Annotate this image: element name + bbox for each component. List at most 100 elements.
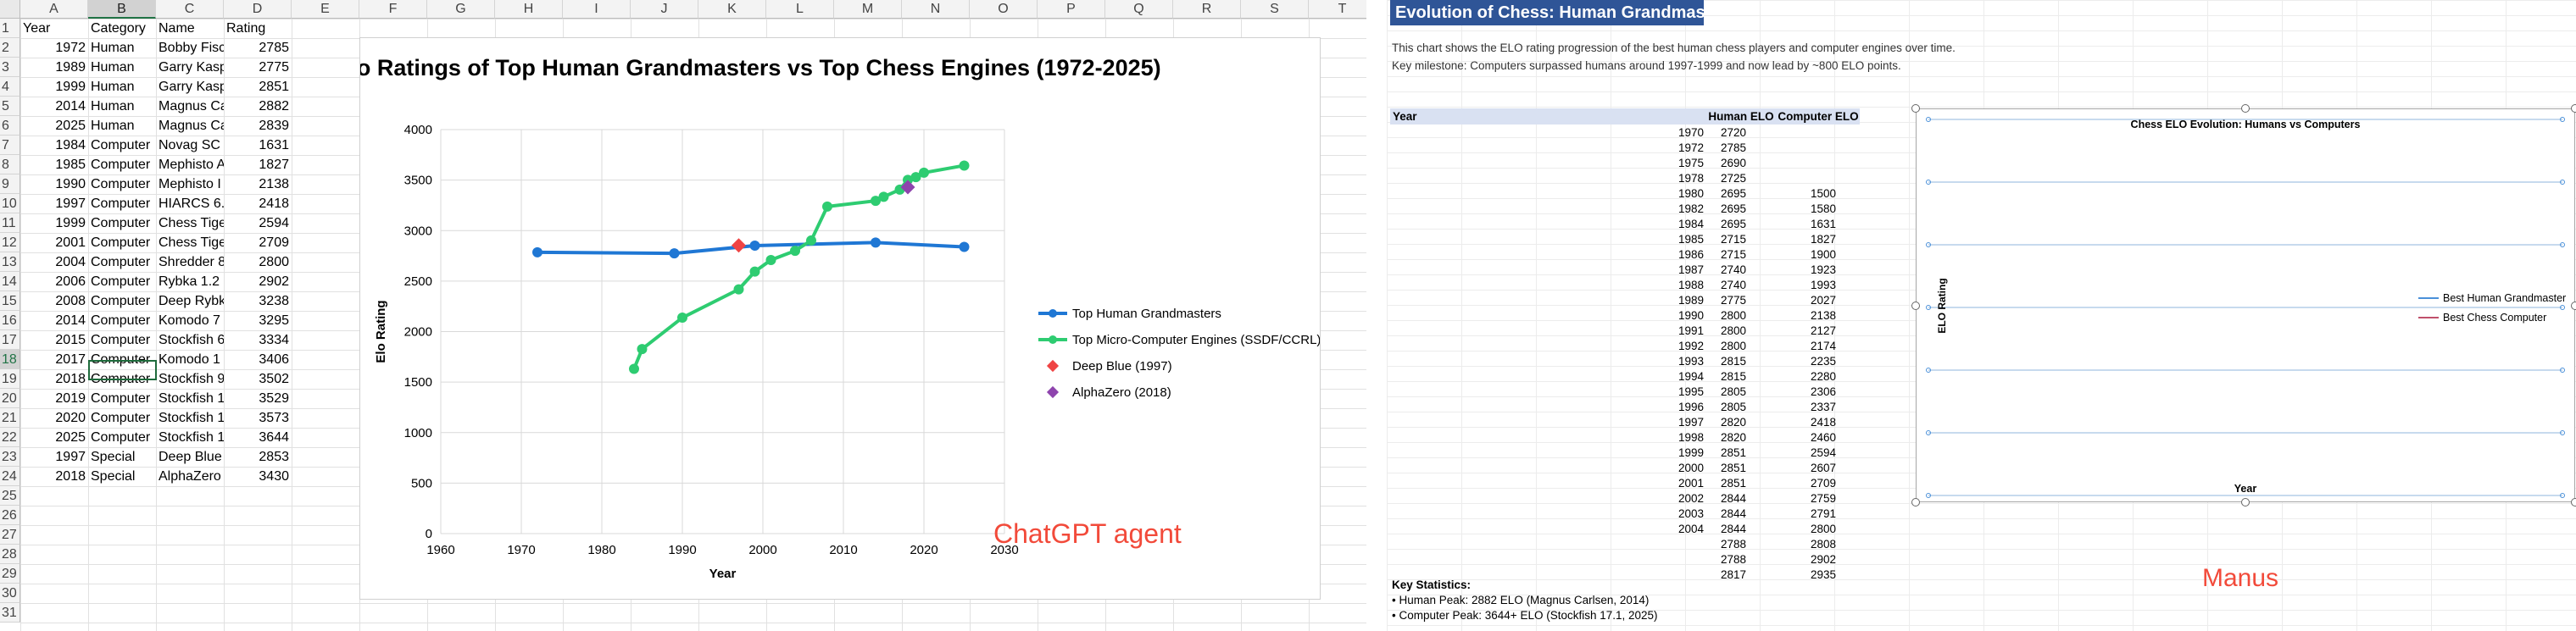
table-year-cell[interactable]: 2000 [1641, 461, 1704, 476]
table-year-cell[interactable]: 1996 [1641, 400, 1704, 415]
table-year-cell[interactable]: 1987 [1641, 263, 1704, 278]
row-header[interactable]: 17 [0, 330, 20, 350]
table-human-elo-cell[interactable]: 2740 [1705, 278, 1746, 293]
row-header[interactable]: 8 [0, 155, 20, 174]
row-header[interactable]: 25 [0, 486, 20, 506]
table-computer-elo-cell[interactable]: 2280 [1777, 369, 1836, 385]
row-header[interactable]: 31 [0, 603, 20, 623]
sheet-cell[interactable]: Category [88, 19, 156, 38]
column-header-p[interactable]: P [1038, 0, 1105, 19]
sheet-cell[interactable]: Computer [88, 213, 156, 233]
table-human-elo-cell[interactable]: 2788 [1705, 552, 1746, 567]
row-header[interactable]: 4 [0, 77, 20, 97]
sheet-cell[interactable]: 2839 [224, 116, 292, 136]
sheet-cell[interactable]: 1999 [20, 77, 88, 97]
resize-handle-left[interactable] [1911, 302, 1920, 310]
row-header[interactable]: 5 [0, 97, 20, 116]
table-year-cell[interactable]: 2003 [1641, 506, 1704, 522]
sheet-cell[interactable]: Human [88, 116, 156, 136]
sheet-cell[interactable]: 2025 [20, 116, 88, 136]
table-human-elo-cell[interactable]: 2815 [1705, 354, 1746, 369]
table-computer-elo-cell[interactable]: 1631 [1777, 217, 1836, 232]
table-year-cell[interactable]: 1991 [1641, 324, 1704, 339]
table-computer-elo-cell[interactable]: 2709 [1777, 476, 1836, 491]
sheet-cell[interactable]: Computer [88, 408, 156, 428]
sheet-cell[interactable]: Computer [88, 311, 156, 330]
table-human-elo-cell[interactable]: 2695 [1705, 186, 1746, 202]
row-header[interactable]: 24 [0, 467, 20, 486]
table-year-cell[interactable] [1641, 537, 1704, 552]
table-human-elo-cell[interactable]: 2800 [1705, 308, 1746, 324]
sheet-cell[interactable]: 1827 [224, 155, 292, 174]
column-header-i[interactable]: I [563, 0, 631, 19]
table-computer-elo-cell[interactable]: 1900 [1777, 247, 1836, 263]
table-year-cell[interactable]: 1986 [1641, 247, 1704, 263]
resize-handle-right[interactable] [2571, 302, 2576, 310]
table-human-elo-cell[interactable]: 2805 [1705, 385, 1746, 400]
sheet-cell[interactable]: 2902 [224, 272, 292, 291]
table-computer-elo-cell[interactable]: 1827 [1777, 232, 1836, 247]
sheet-cell[interactable]: 2418 [224, 194, 292, 213]
column-header-b[interactable]: B [88, 0, 156, 19]
column-header-r[interactable]: R [1173, 0, 1241, 19]
sheet-cell[interactable]: Computer [88, 389, 156, 408]
sheet-cell[interactable]: 2006 [20, 272, 88, 291]
resize-handle-bottom-right[interactable] [2571, 498, 2576, 506]
sheet-cell[interactable]: Rating [224, 19, 292, 38]
chess-elo-evolution-chart[interactable]: Chess ELO Evolution: Humans vs Computers… [1916, 108, 2575, 502]
row-header[interactable]: 26 [0, 506, 20, 525]
sheet-cell[interactable]: Novag SC [156, 136, 224, 155]
sheet-cell[interactable]: 3502 [224, 369, 292, 389]
table-year-cell[interactable]: 1997 [1641, 415, 1704, 430]
sheet-cell[interactable]: Magnus Ca [156, 116, 224, 136]
table-human-elo-cell[interactable]: 2805 [1705, 400, 1746, 415]
resize-handle-top-right[interactable] [2571, 104, 2576, 113]
sheet-cell[interactable]: 3295 [224, 311, 292, 330]
table-computer-elo-cell[interactable]: 2791 [1777, 506, 1836, 522]
resize-handle-bottom[interactable] [2241, 498, 2250, 506]
column-header-h[interactable]: H [495, 0, 563, 19]
table-year-cell[interactable]: 1984 [1641, 217, 1704, 232]
table-human-elo-cell[interactable]: 2820 [1705, 415, 1746, 430]
column-header-l[interactable]: L [766, 0, 834, 19]
table-human-elo-cell[interactable]: 2844 [1705, 506, 1746, 522]
table-computer-elo-cell[interactable]: 2418 [1777, 415, 1836, 430]
row-header[interactable]: 12 [0, 233, 20, 252]
sheet-cell[interactable]: 3238 [224, 291, 292, 311]
sheet-cell[interactable]: Mephisto I [156, 174, 224, 194]
column-header-g[interactable]: G [427, 0, 495, 19]
table-human-elo-cell[interactable]: 2851 [1705, 446, 1746, 461]
table-year-cell[interactable]: 1989 [1641, 293, 1704, 308]
table-computer-elo-cell[interactable]: 2800 [1777, 522, 1836, 537]
column-header-f[interactable]: F [359, 0, 427, 19]
table-year-cell[interactable]: 1980 [1641, 186, 1704, 202]
sheet-cell[interactable]: 2851 [224, 77, 292, 97]
row-header[interactable]: 6 [0, 116, 20, 136]
resize-handle-top[interactable] [2241, 104, 2250, 113]
sheet-cell[interactable]: Komodo 7 [156, 311, 224, 330]
sheet-cell[interactable]: Computer [88, 291, 156, 311]
table-human-elo-cell[interactable]: 2844 [1705, 491, 1746, 506]
sheet-cell[interactable]: Stockfish 1 [156, 428, 224, 447]
sheet-cell[interactable]: 2018 [20, 369, 88, 389]
table-human-elo-cell[interactable]: 2695 [1705, 202, 1746, 217]
sheet-cell[interactable]: Garry Kasp [156, 58, 224, 77]
column-header-c[interactable]: C [156, 0, 224, 19]
table-year-cell[interactable]: 1972 [1641, 141, 1704, 156]
sheet-cell[interactable]: 3406 [224, 350, 292, 369]
sheet-cell[interactable]: 3334 [224, 330, 292, 350]
table-human-elo-cell[interactable]: 2695 [1705, 217, 1746, 232]
sheet-cell[interactable]: Computer [88, 428, 156, 447]
table-year-cell[interactable]: 1994 [1641, 369, 1704, 385]
sheet-cell[interactable]: 2004 [20, 252, 88, 272]
row-header[interactable]: 3 [0, 58, 20, 77]
sheet-cell[interactable]: 3644 [224, 428, 292, 447]
sheet-cell[interactable]: 2014 [20, 97, 88, 116]
table-human-elo-cell[interactable]: 2851 [1705, 461, 1746, 476]
sheet-cell[interactable]: Special [88, 447, 156, 467]
sheet-cell[interactable]: 1999 [20, 213, 88, 233]
sheet-cell[interactable]: Computer [88, 194, 156, 213]
table-year-cell[interactable]: 2001 [1641, 476, 1704, 491]
sheet-cell[interactable]: Computer [88, 330, 156, 350]
table-computer-elo-cell[interactable]: 1923 [1777, 263, 1836, 278]
